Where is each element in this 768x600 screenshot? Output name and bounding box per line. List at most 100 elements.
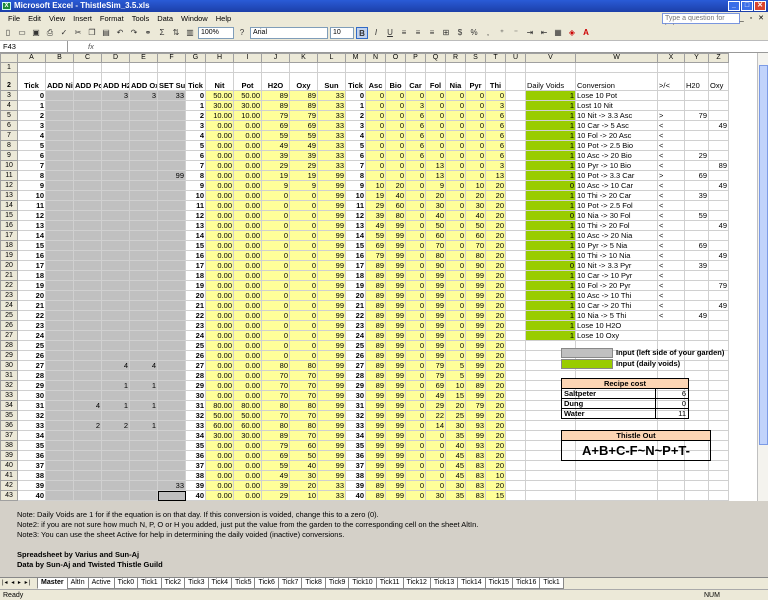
input-cell[interactable] [101, 350, 130, 361]
cell[interactable] [505, 100, 526, 111]
copy-icon[interactable]: ❐ [86, 27, 98, 39]
vitamin-cell[interactable]: 50 [465, 220, 486, 231]
input-cell[interactable] [73, 330, 102, 341]
menu-item-file[interactable]: File [4, 14, 24, 23]
cell[interactable] [157, 500, 186, 501]
input-cell[interactable] [101, 330, 130, 341]
vitamin-cell[interactable]: 0 [365, 170, 386, 181]
nutrient-cell[interactable]: 0.00 [233, 380, 262, 391]
vitamin-cell[interactable]: 0 [445, 210, 466, 221]
cell[interactable] [261, 62, 290, 73]
vitamin-cell[interactable]: 0 [445, 170, 466, 181]
cell[interactable] [345, 500, 366, 501]
font-select[interactable]: Arial [250, 26, 328, 39]
nutrient-cell[interactable]: 30.00 [205, 430, 234, 441]
vitamin-cell[interactable]: 0 [405, 480, 426, 491]
nutrient-cell[interactable]: 40 [289, 460, 318, 471]
row-header[interactable]: 32 [0, 380, 18, 391]
vitamin-cell[interactable]: 6 [485, 150, 506, 161]
nutrient-cell[interactable]: 0 [289, 310, 318, 321]
tick-cell[interactable]: 0 [17, 90, 46, 101]
cell[interactable] [485, 500, 506, 501]
input-cell[interactable] [101, 430, 130, 441]
nutrient-cell[interactable]: 59 [289, 130, 318, 141]
vitamin-cell[interactable]: 99 [465, 270, 486, 281]
nutrient-cell[interactable]: 60.00 [233, 420, 262, 431]
nutrient-cell[interactable]: 0.00 [233, 210, 262, 221]
daily-void-cell[interactable]: 1 [525, 320, 576, 331]
nutrient-cell[interactable]: 0.00 [205, 470, 234, 481]
input-cell[interactable] [129, 390, 158, 401]
cell[interactable] [708, 460, 729, 471]
nutrient-cell[interactable]: 10 [289, 490, 318, 501]
cell[interactable] [684, 490, 709, 501]
nutrient-cell[interactable]: 33 [317, 140, 346, 151]
column-header-l[interactable]: L [317, 53, 346, 63]
cell[interactable] [505, 290, 526, 301]
tick-cell[interactable]: 31 [17, 400, 46, 411]
input-cell[interactable] [101, 290, 130, 301]
vitamin-cell[interactable]: 99 [385, 420, 406, 431]
vitamin-cell[interactable]: 20 [485, 460, 506, 471]
input-cell[interactable] [157, 110, 186, 121]
input-cell[interactable] [73, 390, 102, 401]
tick-cell[interactable]: 15 [17, 240, 46, 251]
vitamin-cell[interactable]: 5 [445, 360, 466, 371]
vitamin-cell[interactable]: 99 [385, 370, 406, 381]
comma-icon[interactable]: , [482, 27, 494, 39]
vitamin-cell[interactable]: 80 [385, 210, 406, 221]
nutrient-cell[interactable]: 0 [289, 320, 318, 331]
input-cell[interactable] [101, 190, 130, 201]
daily-void-cell[interactable]: 1 [525, 280, 576, 291]
nutrient-cell[interactable]: 33 [317, 150, 346, 161]
vitamin-cell[interactable]: 99 [465, 330, 486, 341]
nutrient-cell[interactable]: 0 [261, 310, 290, 321]
daily-void-cell[interactable]: 1 [525, 190, 576, 201]
hyperlink-icon[interactable]: ⚭ [142, 27, 154, 39]
nutrient-cell[interactable]: 0 [289, 200, 318, 211]
cell[interactable] [708, 450, 729, 461]
increase-decimal-icon[interactable]: ⁺ [496, 27, 508, 39]
cell[interactable] [317, 62, 346, 73]
vitamin-cell[interactable]: 0 [405, 160, 426, 171]
nutrient-cell[interactable]: 99 [317, 240, 346, 251]
nutrient-cell[interactable]: 99 [317, 470, 346, 481]
merge-icon[interactable]: ⊞ [440, 27, 452, 39]
vitamin-cell[interactable]: 20 [485, 310, 506, 321]
vitamin-cell[interactable]: 99 [465, 300, 486, 311]
nutrient-cell[interactable]: 99 [317, 310, 346, 321]
nutrient-cell[interactable]: 0.00 [233, 490, 262, 501]
input-cell[interactable] [45, 110, 74, 121]
nutrient-cell[interactable]: 59 [261, 460, 290, 471]
nutrient-cell[interactable]: 0.00 [205, 300, 234, 311]
input-cell[interactable]: 2 [101, 420, 130, 431]
input-cell[interactable] [157, 320, 186, 331]
cell[interactable] [505, 190, 526, 201]
daily-void-cell[interactable]: 1 [525, 160, 576, 171]
vitamin-cell[interactable]: 0 [405, 330, 426, 341]
nutrient-cell[interactable]: 0.00 [205, 330, 234, 341]
input-cell[interactable] [129, 480, 158, 491]
cut-icon[interactable]: ✂ [72, 27, 84, 39]
sheet-tab-tick7[interactable]: Tick7 [277, 578, 303, 589]
vitamin-cell[interactable]: 0 [485, 90, 506, 101]
vitamin-cell[interactable]: 0 [405, 170, 426, 181]
vitamin-cell[interactable]: 99 [425, 330, 446, 341]
vitamin-cell[interactable]: 0 [405, 200, 426, 211]
daily-void-cell[interactable]: 1 [525, 200, 576, 211]
vitamin-cell[interactable]: 0 [425, 140, 446, 151]
nutrient-cell[interactable]: 0 [289, 250, 318, 261]
nutrient-cell[interactable]: 79 [289, 110, 318, 121]
help-icon[interactable]: ? [236, 27, 248, 39]
nutrient-cell[interactable]: 0.00 [233, 250, 262, 261]
cell[interactable] [505, 300, 526, 311]
nutrient-cell[interactable]: 19 [289, 170, 318, 181]
input-cell[interactable] [45, 290, 74, 301]
row-header[interactable]: 36 [0, 420, 18, 431]
input-cell[interactable] [45, 320, 74, 331]
daily-void-cell[interactable]: 1 [525, 220, 576, 231]
vitamin-cell[interactable]: 20 [485, 190, 506, 201]
vitamin-cell[interactable]: 99 [365, 450, 386, 461]
vitamin-cell[interactable]: 99 [385, 330, 406, 341]
input-cell[interactable] [157, 290, 186, 301]
